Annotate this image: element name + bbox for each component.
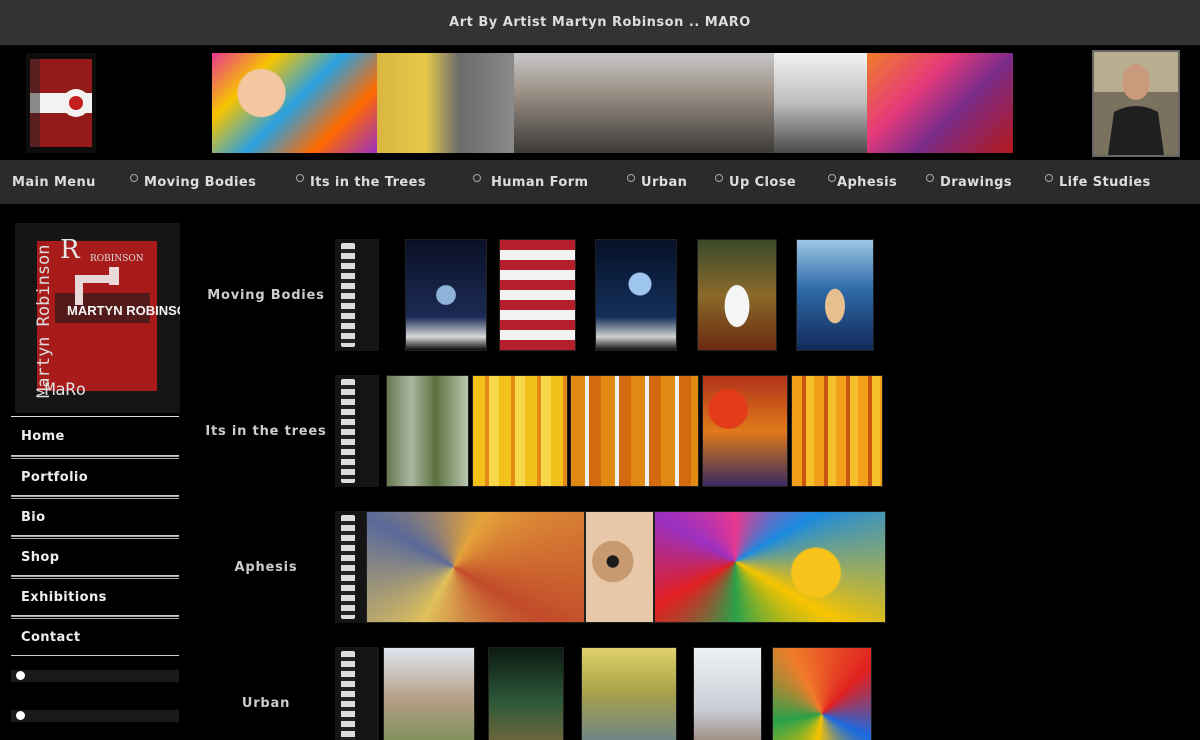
film-strip-icon: [335, 647, 379, 740]
artwork-thumbnail[interactable]: [654, 511, 886, 623]
artwork-thumbnail[interactable]: [791, 375, 883, 487]
bullet-icon: [473, 174, 481, 182]
artwork-thumbnail[interactable]: [405, 239, 487, 351]
header-banner: [0, 45, 1200, 160]
sidebar-item-label: Contact: [21, 629, 81, 645]
nav-its-in-the-trees[interactable]: Its in the Trees: [296, 160, 426, 204]
sidebar-item-label: Exhibitions: [21, 589, 107, 605]
nav-urban[interactable]: Urban: [627, 160, 687, 204]
bullet-icon: [296, 174, 304, 182]
nav-drawings[interactable]: Drawings: [926, 160, 1012, 204]
bullet-icon: [16, 671, 25, 680]
artwork-thumbnail[interactable]: [702, 375, 788, 487]
sidebar-item-shop[interactable]: Shop: [11, 536, 179, 576]
site-title: Art By Artist Martyn Robinson .. MARO: [449, 15, 751, 30]
film-strip-icon: [335, 239, 379, 351]
sidebar-menu: Home Portfolio Bio Shop Exhibitions Cont…: [11, 416, 179, 736]
nav-main-menu[interactable]: Main Menu: [12, 160, 96, 204]
gallery-row-aphesis: Aphesis: [195, 511, 886, 623]
nav-label: Drawings: [940, 174, 1012, 190]
nav-label: Life Studies: [1059, 174, 1151, 190]
gallery-row-label[interactable]: Its in the trees: [195, 375, 337, 487]
nav-moving-bodies[interactable]: Moving Bodies: [130, 160, 256, 204]
logo-maro-text: MaRo: [45, 380, 86, 400]
artwork-thumbnail[interactable]: [697, 239, 777, 351]
nav-label: Human Form: [491, 174, 589, 190]
category-nav-bar: Main Menu Moving Bodies Its in the Trees…: [0, 160, 1200, 204]
site-title-bar: Art By Artist Martyn Robinson .. MARO: [0, 0, 1200, 45]
vertical-logo-text: Martyn Robinson: [34, 244, 54, 398]
exhibition-collage-image: [212, 53, 1013, 153]
artwork-thumbnail[interactable]: [585, 511, 654, 623]
gallery-row-label[interactable]: Moving Bodies: [195, 239, 337, 351]
gallery-row-label[interactable]: Urban: [195, 647, 337, 740]
sidebar-item-home[interactable]: Home: [11, 416, 179, 456]
nav-label: Urban: [641, 174, 688, 190]
brand-logo[interactable]: [26, 53, 96, 153]
sidebar-item-contact[interactable]: Contact: [11, 616, 179, 656]
nav-aphesis[interactable]: Aphesis: [828, 160, 897, 204]
sidebar-item-label: Bio: [21, 509, 46, 525]
sidebar-bullet-item[interactable]: [11, 696, 179, 736]
gallery-row-label[interactable]: Aphesis: [195, 511, 337, 623]
logo-robinson-text: ROBINSON: [90, 254, 144, 264]
artwork-thumbnail[interactable]: [472, 375, 568, 487]
nav-life-studies[interactable]: Life Studies: [1045, 160, 1151, 204]
bullet-icon: [130, 174, 138, 182]
sidebar-bullet-item[interactable]: [11, 656, 179, 696]
gallery-row-urban: Urban: [195, 647, 885, 740]
artwork-thumbnail[interactable]: [488, 647, 564, 740]
nav-label: Up Close: [729, 174, 797, 190]
artwork-thumbnail[interactable]: [383, 647, 475, 740]
bullet-icon: [828, 174, 836, 182]
artwork-thumbnail[interactable]: [499, 239, 576, 351]
sidebar-item-label: Portfolio: [21, 469, 89, 485]
sidebar-logo[interactable]: Martyn Robinson R ROBINSON MARTYN ROBINS…: [15, 223, 180, 413]
nav-label: Main Menu: [12, 174, 96, 190]
logo-big-letter: R: [60, 235, 81, 265]
artwork-thumbnail[interactable]: [581, 647, 677, 740]
artwork-thumbnail[interactable]: [595, 239, 677, 351]
nav-label: Aphesis: [837, 174, 898, 190]
logo-name-text: MARTYN ROBINSON: [67, 303, 180, 318]
gallery-row-its-in-the-trees: Its in the trees: [195, 375, 885, 487]
artwork-thumbnail[interactable]: [693, 647, 762, 740]
bullet-icon: [715, 174, 723, 182]
artwork-thumbnail[interactable]: [772, 647, 872, 740]
sidebar-item-label: Shop: [21, 549, 60, 565]
nav-up-close[interactable]: Up Close: [715, 160, 796, 204]
bullet-icon: [16, 711, 25, 720]
sidebar-item-portfolio[interactable]: Portfolio: [11, 456, 179, 496]
artwork-thumbnail[interactable]: [570, 375, 699, 487]
artwork-thumbnail[interactable]: [796, 239, 874, 351]
sidebar-item-label: Home: [21, 428, 65, 444]
artwork-thumbnail[interactable]: [386, 375, 469, 487]
bullet-icon: [627, 174, 635, 182]
artist-portrait-image: [1092, 50, 1180, 157]
gallery-row-moving-bodies: Moving Bodies: [195, 239, 885, 351]
nav-human-form[interactable]: Human Form: [473, 160, 588, 204]
artwork-thumbnail[interactable]: [366, 511, 585, 623]
nav-label: Its in the Trees: [310, 174, 426, 190]
sidebar-item-exhibitions[interactable]: Exhibitions: [11, 576, 179, 616]
bullet-icon: [926, 174, 934, 182]
bullet-icon: [1045, 174, 1053, 182]
sidebar-item-bio[interactable]: Bio: [11, 496, 179, 536]
nav-label: Moving Bodies: [144, 174, 257, 190]
film-strip-icon: [335, 375, 379, 487]
